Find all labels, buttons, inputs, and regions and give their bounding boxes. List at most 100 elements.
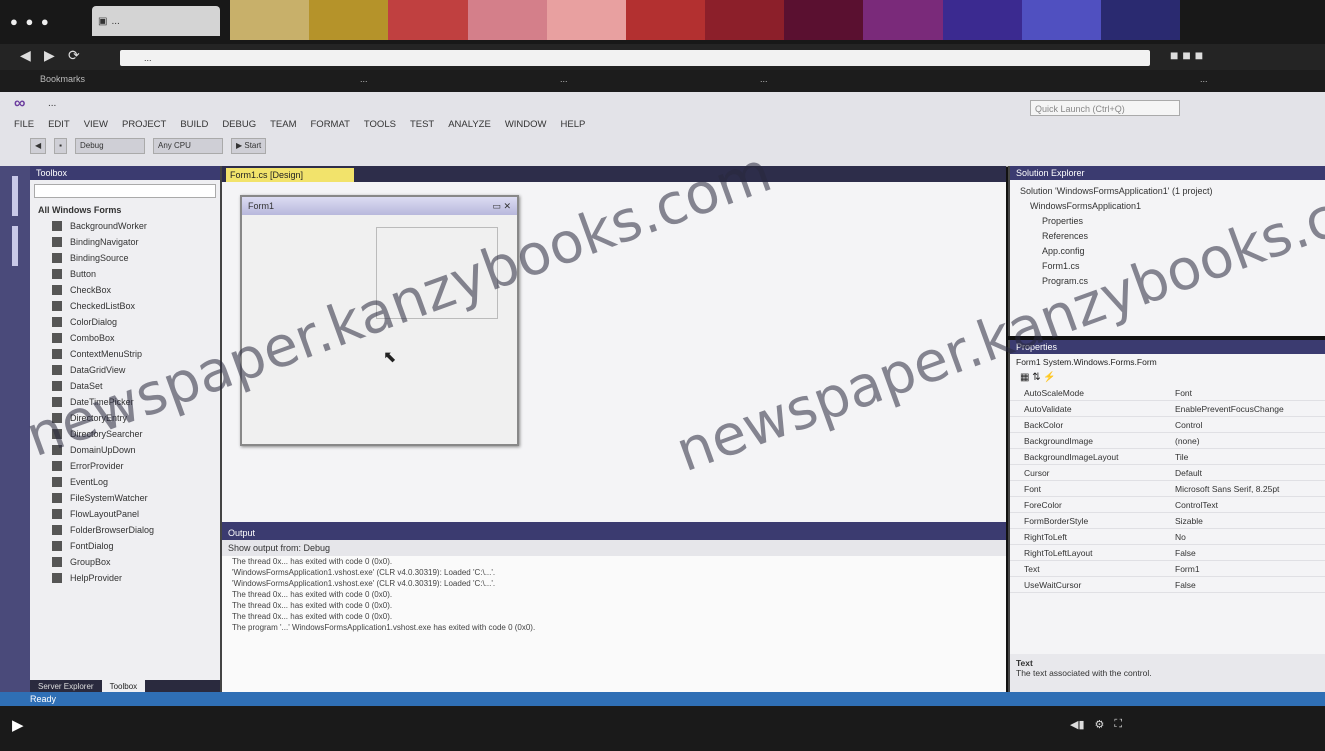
toolbox-item[interactable]: Button bbox=[30, 266, 220, 282]
tab-form-design[interactable]: Form1.cs [Design] bbox=[226, 168, 354, 182]
toolbox-item[interactable]: ErrorProvider bbox=[30, 458, 220, 474]
bookmark-item[interactable]: ... bbox=[560, 74, 568, 84]
menu-item[interactable]: ANALYZE bbox=[448, 119, 491, 130]
toolbox-group-header[interactable]: All Windows Forms bbox=[30, 202, 220, 218]
window-controls[interactable]: ● ● ● bbox=[10, 14, 51, 29]
platform-select[interactable]: Any CPU bbox=[153, 138, 223, 154]
property-row[interactable]: Cursor Default bbox=[1010, 465, 1325, 481]
toolbox-item[interactable]: ContextMenuStrip bbox=[30, 346, 220, 362]
toolbox-search-input[interactable] bbox=[34, 184, 216, 198]
property-value[interactable]: Microsoft Sans Serif, 8.25pt bbox=[1169, 484, 1325, 494]
toolbox-item[interactable]: ComboBox bbox=[30, 330, 220, 346]
toolbox-item[interactable]: HelpProvider bbox=[30, 570, 220, 586]
solution-tree-item[interactable]: Solution 'WindowsFormsApplication1' (1 p… bbox=[1020, 184, 1317, 199]
menu-item[interactable]: TOOLS bbox=[364, 119, 396, 130]
toolbox-item[interactable]: FileSystemWatcher bbox=[30, 490, 220, 506]
toolbox-item[interactable]: ColorDialog bbox=[30, 314, 220, 330]
toolbox-item[interactable]: BindingNavigator bbox=[30, 234, 220, 250]
toolbox-item[interactable]: FolderBrowserDialog bbox=[30, 522, 220, 538]
property-value[interactable]: Font bbox=[1169, 388, 1325, 398]
nav-back-button[interactable]: ◀ bbox=[30, 138, 47, 154]
toolbox-item[interactable]: CheckedListBox bbox=[30, 298, 220, 314]
solution-tree-item[interactable]: Form1.cs bbox=[1020, 259, 1317, 274]
property-value[interactable]: ControlText bbox=[1169, 500, 1325, 510]
property-value[interactable]: No bbox=[1169, 532, 1325, 542]
property-row[interactable]: ForeColor ControlText bbox=[1010, 497, 1325, 513]
form-control-placeholder[interactable] bbox=[376, 227, 498, 319]
menu-item[interactable]: VIEW bbox=[84, 119, 108, 130]
config-select[interactable]: Debug bbox=[75, 138, 145, 154]
toolbox-item[interactable]: BindingSource bbox=[30, 250, 220, 266]
menu-item[interactable]: TEST bbox=[410, 119, 434, 130]
property-value[interactable]: False bbox=[1169, 580, 1325, 590]
property-row[interactable]: BackgroundImage (none) bbox=[1010, 433, 1325, 449]
bookmark-item[interactable]: ... bbox=[360, 74, 368, 84]
left-dock-strip[interactable] bbox=[0, 166, 30, 694]
property-row[interactable]: Font Microsoft Sans Serif, 8.25pt bbox=[1010, 481, 1325, 497]
property-row[interactable]: AutoScaleMode Font bbox=[1010, 385, 1325, 401]
save-button[interactable]: ▪ bbox=[54, 138, 67, 154]
solution-tree-item[interactable]: WindowsFormsApplication1 bbox=[1020, 199, 1317, 214]
toolbox-item[interactable]: DirectorySearcher bbox=[30, 426, 220, 442]
solution-tree-item[interactable]: Program.cs bbox=[1020, 274, 1317, 289]
volume-icon[interactable]: ◀▮ bbox=[1070, 718, 1085, 731]
start-button[interactable]: ▶ Start bbox=[231, 138, 267, 154]
property-value[interactable]: Form1 bbox=[1169, 564, 1325, 574]
output-source-select[interactable]: Show output from: Debug bbox=[228, 543, 330, 553]
menu-item[interactable]: FILE bbox=[14, 119, 34, 130]
toolbox-item[interactable]: DirectoryEntry bbox=[30, 410, 220, 426]
browser-tab[interactable]: ▣ ... bbox=[92, 6, 220, 36]
menu-item[interactable]: FORMAT bbox=[311, 119, 350, 130]
toolbox-item[interactable]: DataGridView bbox=[30, 362, 220, 378]
property-value[interactable]: False bbox=[1169, 548, 1325, 558]
toolbox-item[interactable]: GroupBox bbox=[30, 554, 220, 570]
property-value[interactable]: Control bbox=[1169, 420, 1325, 430]
bookmark-item[interactable]: ... bbox=[760, 74, 768, 84]
menu-item[interactable]: DEBUG bbox=[222, 119, 256, 130]
solution-tree-item[interactable]: Properties bbox=[1020, 214, 1317, 229]
toolbox-item[interactable]: EventLog bbox=[30, 474, 220, 490]
property-row[interactable]: RightToLeftLayout False bbox=[1010, 545, 1325, 561]
property-value[interactable]: EnablePreventFocusChange bbox=[1169, 404, 1325, 414]
forward-icon[interactable]: ▶ bbox=[44, 47, 55, 64]
toolbox-item-icon bbox=[52, 317, 62, 327]
toolbox-item[interactable]: BackgroundWorker bbox=[30, 218, 220, 234]
property-row[interactable]: AutoValidate EnablePreventFocusChange bbox=[1010, 401, 1325, 417]
toolbox-item[interactable]: CheckBox bbox=[30, 282, 220, 298]
toolbox-item[interactable]: DateTimePicker bbox=[30, 394, 220, 410]
menu-item[interactable]: TEAM bbox=[270, 119, 296, 130]
reload-icon[interactable]: ⟳ bbox=[68, 47, 80, 64]
property-value[interactable]: Sizable bbox=[1169, 516, 1325, 526]
menu-item[interactable]: EDIT bbox=[48, 119, 70, 130]
property-row[interactable]: BackColor Control bbox=[1010, 417, 1325, 433]
properties-object-select[interactable]: Form1 System.Windows.Forms.Form bbox=[1010, 354, 1325, 370]
quick-launch-input[interactable]: Quick Launch (Ctrl+Q) bbox=[1030, 100, 1180, 116]
property-row[interactable]: Text Form1 bbox=[1010, 561, 1325, 577]
toolbox-item[interactable]: DataSet bbox=[30, 378, 220, 394]
fullscreen-icon[interactable]: ⛶ bbox=[1114, 718, 1122, 731]
toolbox-item[interactable]: DomainUpDown bbox=[30, 442, 220, 458]
property-value[interactable]: Tile bbox=[1169, 452, 1325, 462]
menu-item[interactable]: BUILD bbox=[180, 119, 208, 130]
toolbox-item[interactable]: FontDialog bbox=[30, 538, 220, 554]
property-value[interactable]: (none) bbox=[1169, 436, 1325, 446]
bookmark-item[interactable]: ... bbox=[1200, 74, 1208, 84]
toolbox-item[interactable]: FlowLayoutPanel bbox=[30, 506, 220, 522]
solution-tree-item[interactable]: References bbox=[1020, 229, 1317, 244]
menu-item[interactable]: HELP bbox=[561, 119, 586, 130]
address-bar[interactable]: ... bbox=[120, 50, 1150, 66]
solution-tree-item[interactable]: App.config bbox=[1020, 244, 1317, 259]
property-row[interactable]: RightToLeft No bbox=[1010, 529, 1325, 545]
property-row[interactable]: UseWaitCursor False bbox=[1010, 577, 1325, 593]
property-row[interactable]: BackgroundImageLayout Tile bbox=[1010, 449, 1325, 465]
bookmark-item[interactable]: Bookmarks bbox=[40, 74, 85, 84]
property-row[interactable]: FormBorderStyle Sizable bbox=[1010, 513, 1325, 529]
form-preview[interactable]: Form1 ▭ ✕ bbox=[240, 195, 519, 446]
play-icon[interactable]: ▶ bbox=[12, 716, 24, 734]
settings-icon[interactable]: ⚙ bbox=[1095, 718, 1105, 731]
back-icon[interactable]: ◀ bbox=[20, 47, 31, 64]
property-value[interactable]: Default bbox=[1169, 468, 1325, 478]
extensions-icon[interactable]: ■ ■ ■ bbox=[1170, 47, 1203, 63]
menu-item[interactable]: PROJECT bbox=[122, 119, 166, 130]
menu-item[interactable]: WINDOW bbox=[505, 119, 547, 130]
